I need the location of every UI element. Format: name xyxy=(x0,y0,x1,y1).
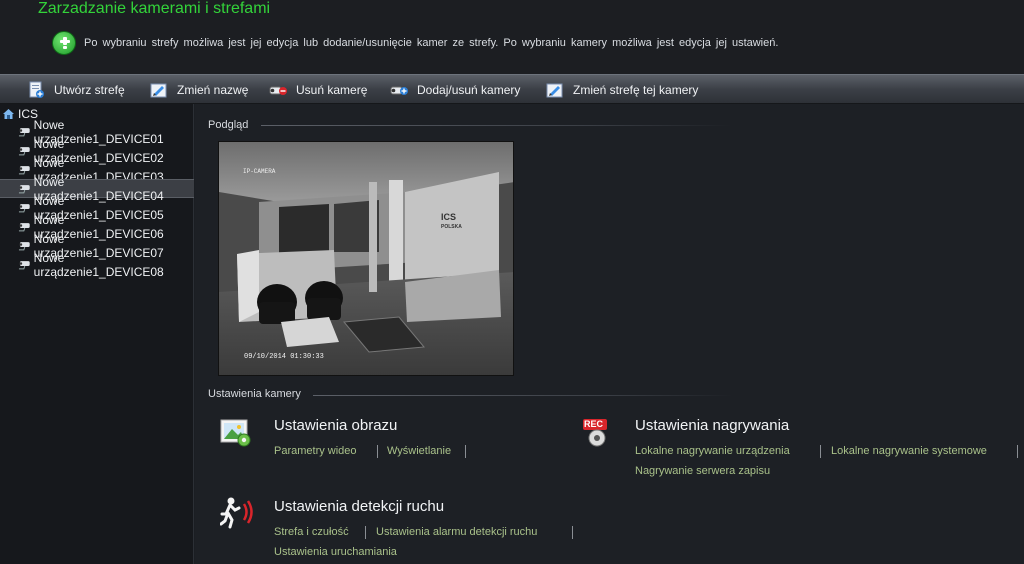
link-motion-alarm-settings[interactable]: Ustawienia alarmu detekcji ruchu xyxy=(376,526,537,538)
edit-zone-icon xyxy=(545,80,565,100)
device-tree: ICS Nowe urządzenie1_DEVICE01 Nowe urządz… xyxy=(0,104,194,564)
separator xyxy=(365,526,366,539)
info-text: Po wybraniu strefy możliwa jest jej edyc… xyxy=(84,37,779,49)
camera-preview: IP-CAMERA ICS POLSKA 09/10/2014 01:30:33 xyxy=(218,141,514,376)
link-display[interactable]: Wyświetlanie xyxy=(387,445,451,457)
link-local-system-recording[interactable]: Lokalne nagrywanie systemowe xyxy=(831,445,987,457)
preview-label: Podgląd xyxy=(208,119,249,131)
camera-icon xyxy=(18,260,30,269)
info-icon xyxy=(52,31,76,55)
change-zone-button[interactable]: Zmień strefę tej kamery xyxy=(545,75,698,105)
camera-icon xyxy=(18,241,30,250)
tree-root[interactable]: ICS xyxy=(2,107,38,121)
settings-divider xyxy=(313,395,733,396)
rename-button[interactable]: Zmień nazwę xyxy=(149,75,248,105)
toolbar: Utwórz strefę Zmień nazwę Usuń kamerę Do… xyxy=(0,74,1024,104)
rec-icon-label: REC xyxy=(584,419,604,429)
camera-icon xyxy=(18,184,30,193)
camera-remove-icon xyxy=(268,80,288,100)
camera-icon xyxy=(18,146,30,155)
camera-icon xyxy=(18,127,30,136)
home-icon xyxy=(3,109,14,119)
create-zone-button[interactable]: Utwórz strefę xyxy=(26,75,125,105)
wall-logo: ICS xyxy=(441,212,457,222)
separator xyxy=(820,445,821,458)
rename-label: Zmień nazwę xyxy=(177,83,249,97)
header: Zarzadzanie kamerami i strefami Po wybra… xyxy=(0,0,1024,74)
link-storage-server-recording[interactable]: Nagrywanie serwera zapisu xyxy=(635,465,770,477)
image-settings-icon xyxy=(220,419,254,454)
camera-icon xyxy=(18,165,30,174)
remove-camera-button[interactable]: Usuń kamerę xyxy=(268,75,367,105)
add-remove-cameras-button[interactable]: Dodaj/usuń kamery xyxy=(389,75,520,105)
tree-item-label: Nowe urządzenie1_DEVICE08 xyxy=(33,250,164,279)
osd-timestamp: 09/10/2014 01:30:33 xyxy=(244,353,324,361)
separator xyxy=(465,445,466,458)
remove-camera-label: Usuń kamerę xyxy=(296,83,368,97)
camera-add-icon xyxy=(389,80,409,100)
motion-settings-title: Ustawienia detekcji ruchu xyxy=(274,498,445,515)
link-local-device-recording[interactable]: Lokalne nagrywanie urządzenia xyxy=(635,445,790,457)
main-panel: Podgląd IP-CAMERA ICS POLSKA 09/10/2014 … xyxy=(195,104,1024,564)
separator xyxy=(1017,445,1018,458)
page-title: Zarzadzanie kamerami i strefami xyxy=(38,0,271,17)
preview-image xyxy=(219,142,513,375)
link-zone-sensitivity[interactable]: Strefa i czułość xyxy=(274,526,349,538)
image-settings-title: Ustawienia obrazu xyxy=(274,417,398,434)
motion-detection-icon xyxy=(219,496,256,535)
osd-camera-name: IP-CAMERA xyxy=(243,168,276,175)
recording-settings-title: Ustawienia nagrywania xyxy=(635,417,790,434)
add-remove-cameras-label: Dodaj/usuń kamery xyxy=(417,83,521,97)
tree-item-device[interactable]: Nowe urządzenie1_DEVICE08 xyxy=(0,251,194,279)
separator xyxy=(572,526,573,539)
camera-settings-label: Ustawienia kamery xyxy=(208,388,301,400)
change-zone-label: Zmień strefę tej kamery xyxy=(573,83,699,97)
separator xyxy=(377,445,378,458)
wall-logo-sub: POLSKA xyxy=(441,224,462,230)
edit-icon xyxy=(149,80,169,100)
link-trigger-settings[interactable]: Ustawienia uruchamiania xyxy=(274,546,397,558)
create-zone-label: Utwórz strefę xyxy=(54,83,125,97)
preview-divider xyxy=(261,125,731,126)
camera-icon xyxy=(18,222,30,231)
document-add-icon xyxy=(26,80,46,100)
camera-icon xyxy=(18,203,30,212)
rec-settings-icon: REC xyxy=(582,418,610,453)
link-video-parameters[interactable]: Parametry wideo xyxy=(274,445,357,457)
